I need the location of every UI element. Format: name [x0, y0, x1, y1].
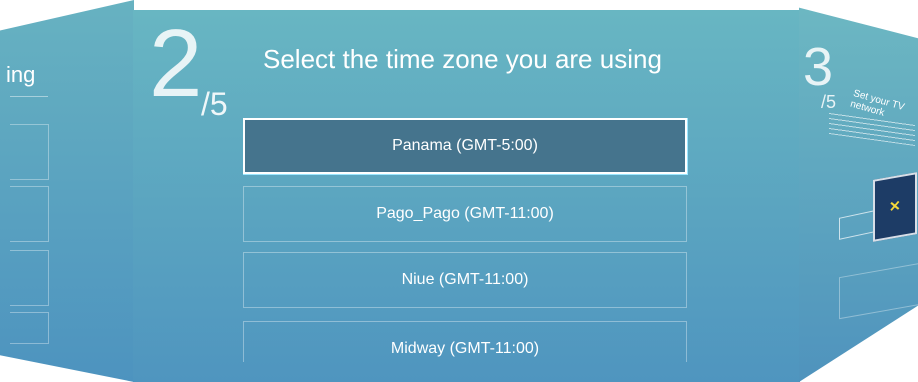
previous-list-item	[10, 186, 49, 242]
timezone-item-pago-pago[interactable]: Pago_Pago (GMT-11:00)	[243, 186, 687, 242]
next-step-panel: 3 /5 Set your TV network ✕	[799, 7, 918, 382]
previous-list-item	[10, 312, 49, 344]
tv-screen-icon: ✕	[889, 196, 901, 216]
timezone-label: Midway (GMT-11:00)	[390, 340, 540, 357]
previous-list-item	[10, 124, 49, 180]
tv-icon: ✕	[873, 172, 917, 242]
timezone-step-panel: 2 /5 Select the time zone you are using …	[133, 10, 800, 382]
timezone-label: Pago_Pago (GMT-11:00)	[376, 205, 554, 222]
timezone-label: Niue (GMT-11:00)	[401, 271, 529, 288]
previous-list-item	[10, 250, 49, 306]
previous-step-panel: ing	[0, 0, 134, 382]
next-step-button	[839, 262, 918, 320]
step-number: 2	[149, 10, 203, 117]
page-title: Select the time zone you are using	[263, 44, 662, 74]
step-total: /5	[201, 86, 228, 122]
next-step-number: 3	[803, 37, 834, 97]
set-top-box-illustration	[839, 210, 875, 240]
timezone-list[interactable]: Panama (GMT-5:00) Pago_Pago (GMT-11:00) …	[243, 118, 691, 362]
divider	[10, 96, 48, 97]
timezone-item-panama[interactable]: Panama (GMT-5:00)	[243, 118, 687, 174]
previous-step-title: ing	[6, 62, 36, 87]
next-step-total: /5	[821, 92, 837, 112]
timezone-label: Panama (GMT-5:00)	[392, 137, 538, 154]
timezone-item-midway[interactable]: Midway (GMT-11:00)	[243, 321, 687, 362]
timezone-item-niue[interactable]: Niue (GMT-11:00)	[243, 252, 687, 308]
